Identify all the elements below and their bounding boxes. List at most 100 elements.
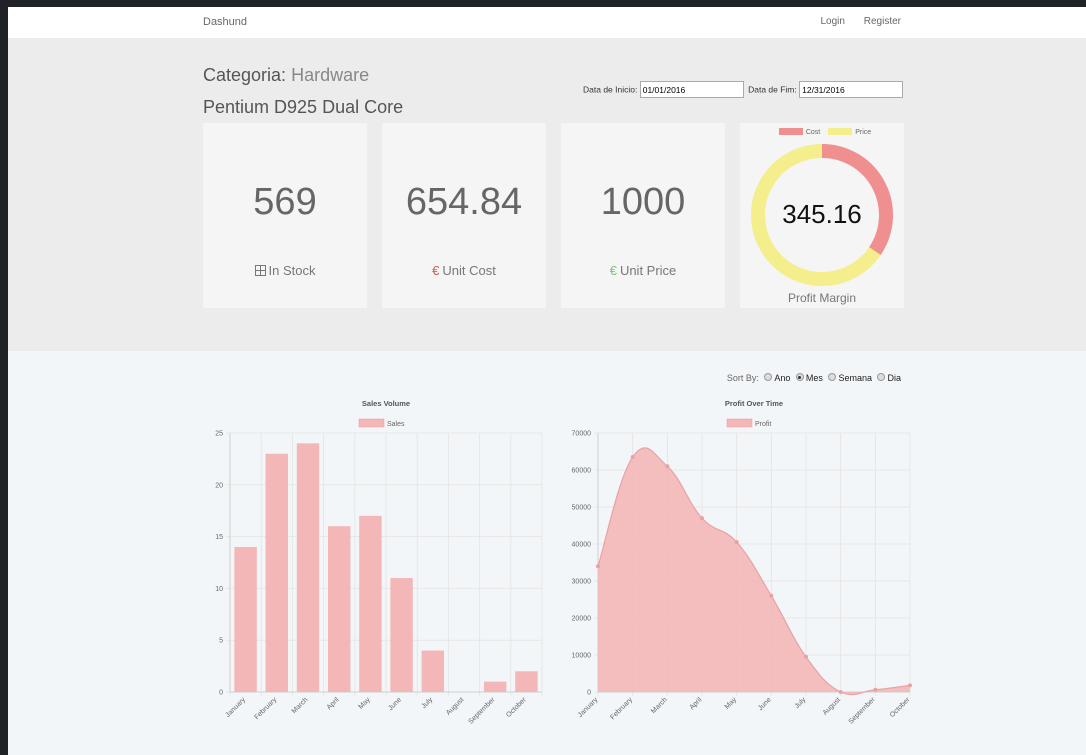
bar <box>234 546 257 692</box>
y-tick-label: 20000 <box>572 616 592 623</box>
bar <box>296 443 320 692</box>
radio-mes[interactable] <box>795 373 804 381</box>
end-date-label: Data de Fim: <box>748 84 797 95</box>
cost-card: 654.84 € Unit Cost <box>382 123 546 308</box>
y-tick-label: 40000 <box>572 542 592 549</box>
x-tick-label: August <box>822 696 842 716</box>
bar <box>483 681 507 692</box>
cost-value: 654.84 <box>405 181 523 223</box>
stock-value: 569 <box>253 181 317 223</box>
login-link[interactable]: Login <box>821 16 845 27</box>
date-range: Data de Inicio: Data de Fim: <box>583 81 905 98</box>
stock-label: In Stock <box>268 263 316 278</box>
chart-title: Profit Over Time <box>725 399 783 408</box>
x-tick-label: May <box>358 696 373 711</box>
x-tick-label: September <box>467 696 497 726</box>
end-date-input[interactable] <box>799 81 904 98</box>
bar <box>265 453 289 692</box>
euro-icon: € <box>432 263 440 278</box>
radio-semana-label: Semana <box>838 373 872 383</box>
x-tick-label: March <box>291 696 310 715</box>
data-point <box>838 690 843 694</box>
sales-volume-chart: Sales Volume Sales 0 5 10 15 20 25 January Februa… <box>215 399 543 726</box>
radio-mes-label: Mes <box>805 373 823 383</box>
cost-label-row: € Unit Cost <box>382 263 546 278</box>
y-tick-label: 25 <box>215 431 223 438</box>
margin-value: 345.16 <box>782 199 862 229</box>
bar <box>515 671 538 692</box>
legend-swatch <box>726 418 753 428</box>
cost-label: Unit Cost <box>442 263 496 278</box>
category-heading: Categoria: Hardware <box>203 65 369 86</box>
bar <box>327 526 351 692</box>
price-label: Unit Price <box>619 263 677 278</box>
hero-section: Categoria: Hardware Pentium D925 Dual Co… <box>8 38 1086 351</box>
x-tick-label: January <box>224 696 247 719</box>
x-tick-label: September <box>848 696 878 726</box>
grid-icon <box>254 265 266 276</box>
bar <box>421 650 445 692</box>
y-tick-label: 50000 <box>572 505 592 512</box>
navbar: Dashund Login Register <box>8 7 1086 39</box>
brand-link[interactable]: Dashund <box>203 16 247 28</box>
x-tick-label: June <box>757 696 773 712</box>
y-tick-label: 0 <box>587 690 591 697</box>
data-point <box>700 516 704 521</box>
register-link[interactable]: Register <box>864 16 901 27</box>
x-tick-label: July <box>420 696 434 710</box>
data-point <box>630 455 635 460</box>
start-date-input[interactable] <box>639 81 744 98</box>
y-tick-label: 10 <box>215 586 223 593</box>
category-label: Categoria: <box>203 65 287 85</box>
y-tick-label: 70000 <box>572 431 592 438</box>
radio-dia-label: Dia <box>887 373 901 383</box>
price-value: 1000 <box>600 181 686 223</box>
category-value: Hardware <box>291 65 370 85</box>
nav-links: Login Register <box>805 16 902 27</box>
margin-label: Profit Margin <box>787 291 857 305</box>
x-tick-label: October <box>889 696 912 719</box>
x-tick-label: April <box>689 696 704 711</box>
sort-by: Sort By: Ano Mes Semana Dia <box>727 373 901 383</box>
x-tick-label: July <box>794 696 808 710</box>
radio-semana[interactable] <box>828 373 837 381</box>
x-tick-label: February <box>253 696 278 721</box>
price-card: 1000 € Unit Price <box>561 123 725 308</box>
y-tick-label: 10000 <box>572 653 592 660</box>
bar <box>359 515 382 692</box>
data-point <box>873 687 878 692</box>
data-point <box>665 464 670 469</box>
data-point <box>596 564 600 569</box>
y-tick-label: 5 <box>219 638 223 645</box>
legend-label: Profit <box>755 421 771 428</box>
legend-swatch <box>358 418 385 428</box>
data-point <box>908 683 912 688</box>
chart-title: Sales Volume <box>362 399 410 408</box>
y-tick-label: 15 <box>215 534 223 541</box>
area-fill <box>598 447 910 695</box>
x-tick-label: April <box>326 696 341 711</box>
euro-icon: € <box>609 263 617 278</box>
price-label-row: € Unit Price <box>561 263 725 278</box>
y-tick-label: 30000 <box>572 579 592 586</box>
radio-dia[interactable] <box>877 373 886 381</box>
legend-label: Sales <box>387 421 405 428</box>
x-tick-label: June <box>387 696 403 712</box>
data-point <box>734 540 739 545</box>
y-tick-label: 20 <box>215 482 223 489</box>
radio-ano[interactable] <box>764 373 773 381</box>
x-tick-label: January <box>577 696 600 719</box>
x-tick-label: March <box>650 696 669 715</box>
bar <box>390 578 413 692</box>
start-date-label: Data de Inicio: <box>583 84 638 95</box>
page-frame: Dashund Login Register Categoria: Hardwa… <box>8 7 1086 755</box>
stock-card: 569 In Stock <box>203 123 367 308</box>
x-tick-label: October <box>505 696 528 719</box>
sort-by-label: Sort By: <box>726 373 759 383</box>
stock-label-row: In Stock <box>203 263 367 278</box>
data-point <box>804 654 808 659</box>
radio-ano-label: Ano <box>774 373 791 383</box>
x-tick-label: February <box>609 696 634 721</box>
y-tick-label: 60000 <box>572 468 592 475</box>
product-title: Pentium D925 Dual Core <box>203 97 404 117</box>
